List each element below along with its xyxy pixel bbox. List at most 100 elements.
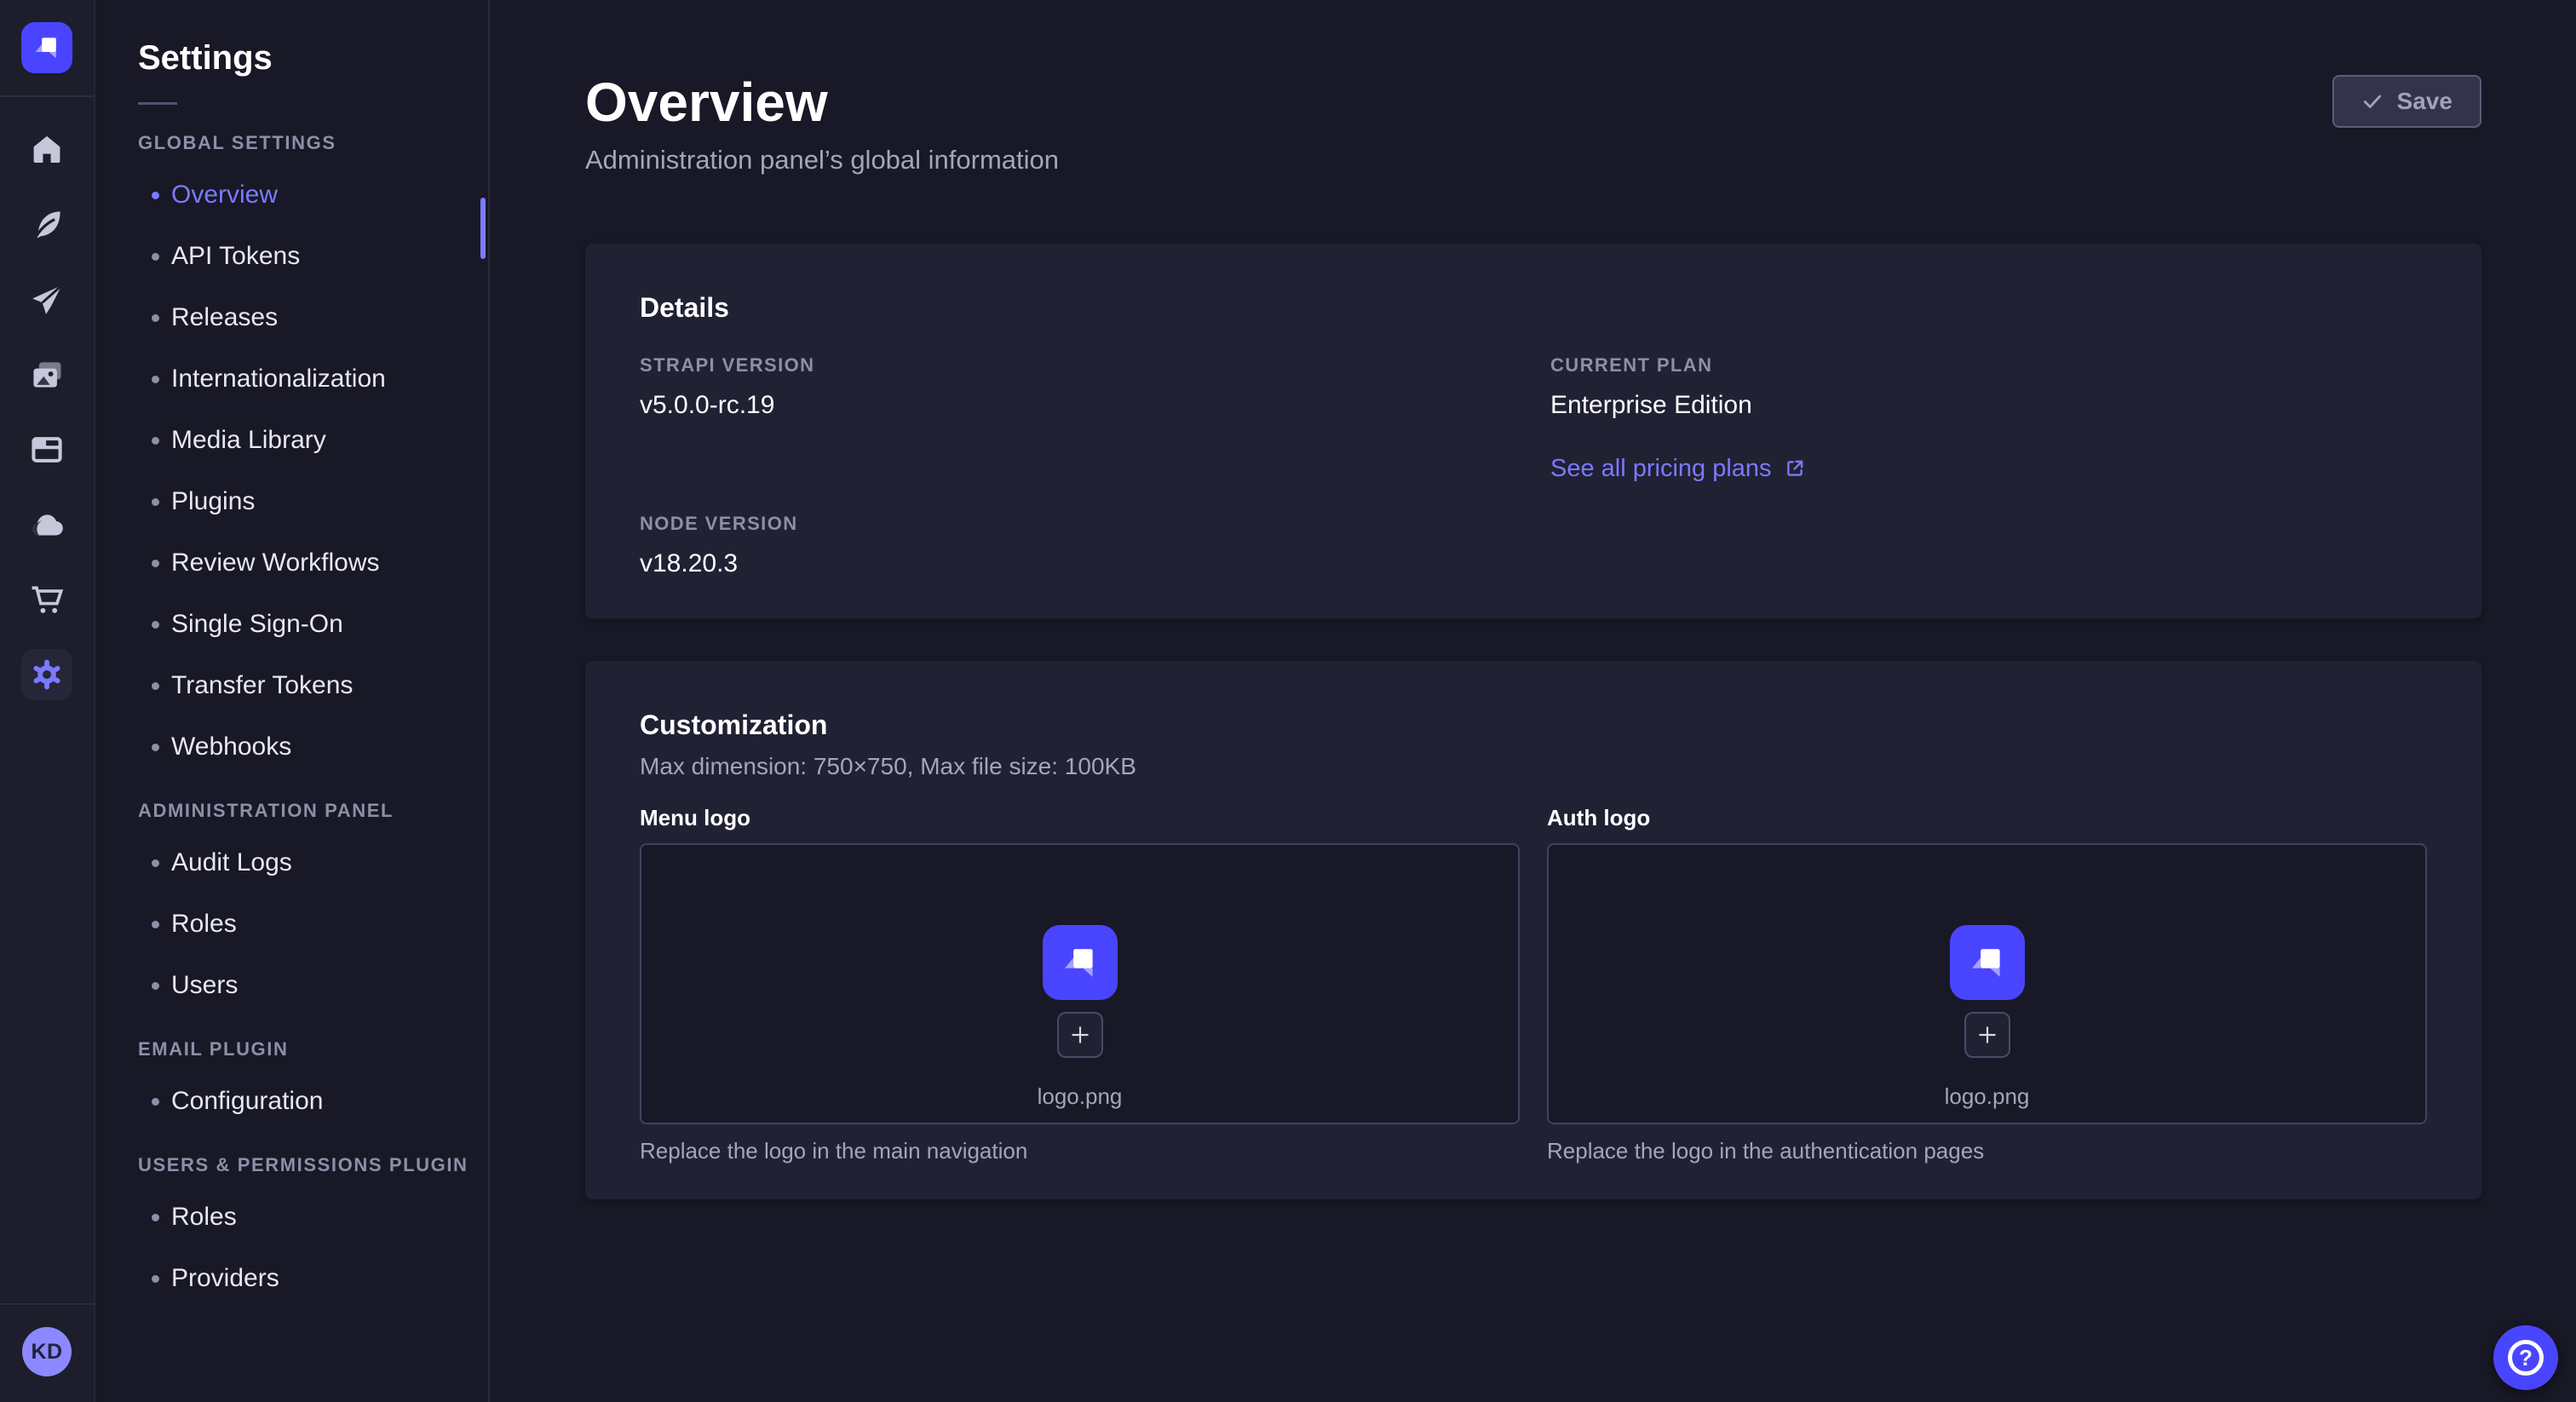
subnav-item-plugins[interactable]: Plugins xyxy=(95,471,488,532)
subnav-item-api-tokens[interactable]: API Tokens xyxy=(95,226,488,287)
main-content: Overview Administration panel’s global i… xyxy=(490,0,2576,1402)
subnav-header: Settings xyxy=(95,0,488,105)
node-version-value: v18.20.3 xyxy=(640,547,1516,581)
node-version-label: Node Version xyxy=(640,511,1516,537)
strapi-logo[interactable] xyxy=(21,22,72,73)
page-title: Overview xyxy=(585,73,1059,131)
settings-nav-button[interactable] xyxy=(9,637,84,712)
auth-logo-preview xyxy=(1950,925,2025,1000)
details-card: Details Strapi Version v5.0.0-rc.19 Curr… xyxy=(585,244,2481,618)
section-users-permissions-plugin: Users & Permissions plugin Roles Provide… xyxy=(95,1152,488,1309)
pictures-icon xyxy=(28,356,66,394)
strapi-version-value: v5.0.0-rc.19 xyxy=(640,388,1516,422)
bullet-dot xyxy=(152,1098,159,1106)
subnav-item-single-sign-on[interactable]: Single Sign-On xyxy=(95,594,488,655)
bullet-dot xyxy=(152,376,159,383)
details-grid-spacer xyxy=(1550,511,2427,581)
auth-logo-add-button[interactable] xyxy=(1964,1012,2010,1058)
subnav-item-webhooks[interactable]: Webhooks xyxy=(95,716,488,778)
bullet-dot xyxy=(152,682,159,690)
content-manager-nav-button[interactable] xyxy=(9,187,84,262)
plus-icon xyxy=(1976,1024,1998,1046)
subnav-item-email-configuration[interactable]: Configuration xyxy=(95,1071,488,1132)
bullet-dot xyxy=(152,744,159,751)
subnav-item-up-providers[interactable]: Providers xyxy=(95,1248,488,1309)
bullet-dot xyxy=(152,498,159,506)
settings-subnav: Settings Global Settings Overview API To… xyxy=(95,0,490,1402)
section-administration-panel: Administration panel Audit Logs Roles Us… xyxy=(95,798,488,1016)
subnav-item-audit-logs[interactable]: Audit Logs xyxy=(95,832,488,893)
subnav-item-transfer-tokens[interactable]: Transfer Tokens xyxy=(95,655,488,716)
section-label: Administration panel xyxy=(95,798,488,824)
strapi-logo-icon xyxy=(30,31,64,65)
auth-logo-filename: logo.png xyxy=(1945,1082,2030,1111)
releases-nav-button[interactable] xyxy=(9,262,84,337)
save-button[interactable]: Save xyxy=(2332,75,2481,128)
subnav-title: Settings xyxy=(138,37,488,78)
subnav-scrollbar-thumb[interactable] xyxy=(480,198,486,259)
menu-logo-dropzone[interactable]: logo.png xyxy=(640,843,1520,1124)
subnav-title-rule xyxy=(138,102,177,105)
bullet-dot xyxy=(152,437,159,445)
home-icon xyxy=(28,131,66,169)
cart-icon xyxy=(28,581,66,618)
customization-card-title: Customization xyxy=(640,707,2427,743)
media-library-nav-button[interactable] xyxy=(9,337,84,412)
cloud-icon xyxy=(27,505,66,544)
current-plan-label: Current plan xyxy=(1550,353,2427,378)
deploy-nav-button[interactable] xyxy=(9,487,84,562)
bullet-dot xyxy=(152,1214,159,1221)
section-global-settings: Global Settings Overview API Tokens Rele… xyxy=(95,130,488,778)
page-subtitle: Administration panel’s global informatio… xyxy=(585,143,1059,177)
help-button[interactable]: ? xyxy=(2493,1325,2558,1390)
subnav-item-internationalization[interactable]: Internationalization xyxy=(95,348,488,410)
bullet-dot xyxy=(152,314,159,322)
pricing-plans-link[interactable]: See all pricing plans xyxy=(1550,453,1806,484)
pricing-plans-link-label: See all pricing plans xyxy=(1550,453,1772,484)
auth-logo-label: Auth logo xyxy=(1547,804,2427,831)
strapi-version-label: Strapi Version xyxy=(640,353,1516,378)
auth-logo-dropzone[interactable]: logo.png xyxy=(1547,843,2427,1124)
details-card-title: Details xyxy=(640,290,2427,325)
content-type-builder-nav-button[interactable] xyxy=(9,412,84,487)
bullet-dot xyxy=(152,560,159,567)
subnav-item-admin-roles[interactable]: Roles xyxy=(95,893,488,955)
feather-icon xyxy=(28,206,66,244)
menu-logo-add-button[interactable] xyxy=(1057,1012,1103,1058)
subnav-item-overview[interactable]: Overview xyxy=(95,164,488,226)
logo-fields: Menu logo logo.png xyxy=(640,804,2427,1165)
menu-logo-filename: logo.png xyxy=(1038,1082,1123,1111)
section-email-plugin: Email Plugin Configuration xyxy=(95,1037,488,1132)
paper-plane-icon xyxy=(28,281,66,319)
auth-logo-field: Auth logo logo.png xyxy=(1547,804,2427,1165)
bullet-dot xyxy=(152,982,159,990)
bullet-dot xyxy=(152,859,159,867)
home-nav-button[interactable] xyxy=(9,112,84,187)
check-icon xyxy=(2361,90,2383,112)
bullet-dot xyxy=(152,921,159,928)
save-button-label: Save xyxy=(2397,88,2452,115)
external-link-icon xyxy=(1784,457,1806,480)
strapi-logo-icon xyxy=(1057,939,1103,985)
rail-bottom-divider xyxy=(0,1303,95,1305)
bullet-dot xyxy=(152,253,159,261)
page-header: Overview Administration panel’s global i… xyxy=(585,73,2481,177)
node-version-field: Node Version v18.20.3 xyxy=(640,511,1516,581)
layout-icon xyxy=(28,431,66,468)
subnav-item-releases[interactable]: Releases xyxy=(95,287,488,348)
customization-card: Customization Max dimension: 750×750, Ma… xyxy=(585,661,2481,1199)
settings-active-pill xyxy=(21,649,72,700)
current-plan-value: Enterprise Edition xyxy=(1550,388,2427,422)
menu-logo-helper: Replace the logo in the main navigation xyxy=(640,1136,1520,1165)
current-plan-field: Current plan Enterprise Edition See all … xyxy=(1550,353,2427,484)
marketplace-nav-button[interactable] xyxy=(9,562,84,637)
strapi-logo-icon xyxy=(1964,939,2010,985)
subnav-item-admin-users[interactable]: Users xyxy=(95,955,488,1016)
subnav-item-review-workflows[interactable]: Review Workflows xyxy=(95,532,488,594)
section-label: Users & Permissions plugin xyxy=(95,1152,488,1178)
subnav-item-up-roles[interactable]: Roles xyxy=(95,1187,488,1248)
subnav-item-media-library[interactable]: Media Library xyxy=(95,410,488,471)
details-grid: Strapi Version v5.0.0-rc.19 Current plan… xyxy=(640,353,2427,581)
user-avatar[interactable]: KD xyxy=(22,1327,72,1376)
strapi-version-field: Strapi Version v5.0.0-rc.19 xyxy=(640,353,1516,484)
